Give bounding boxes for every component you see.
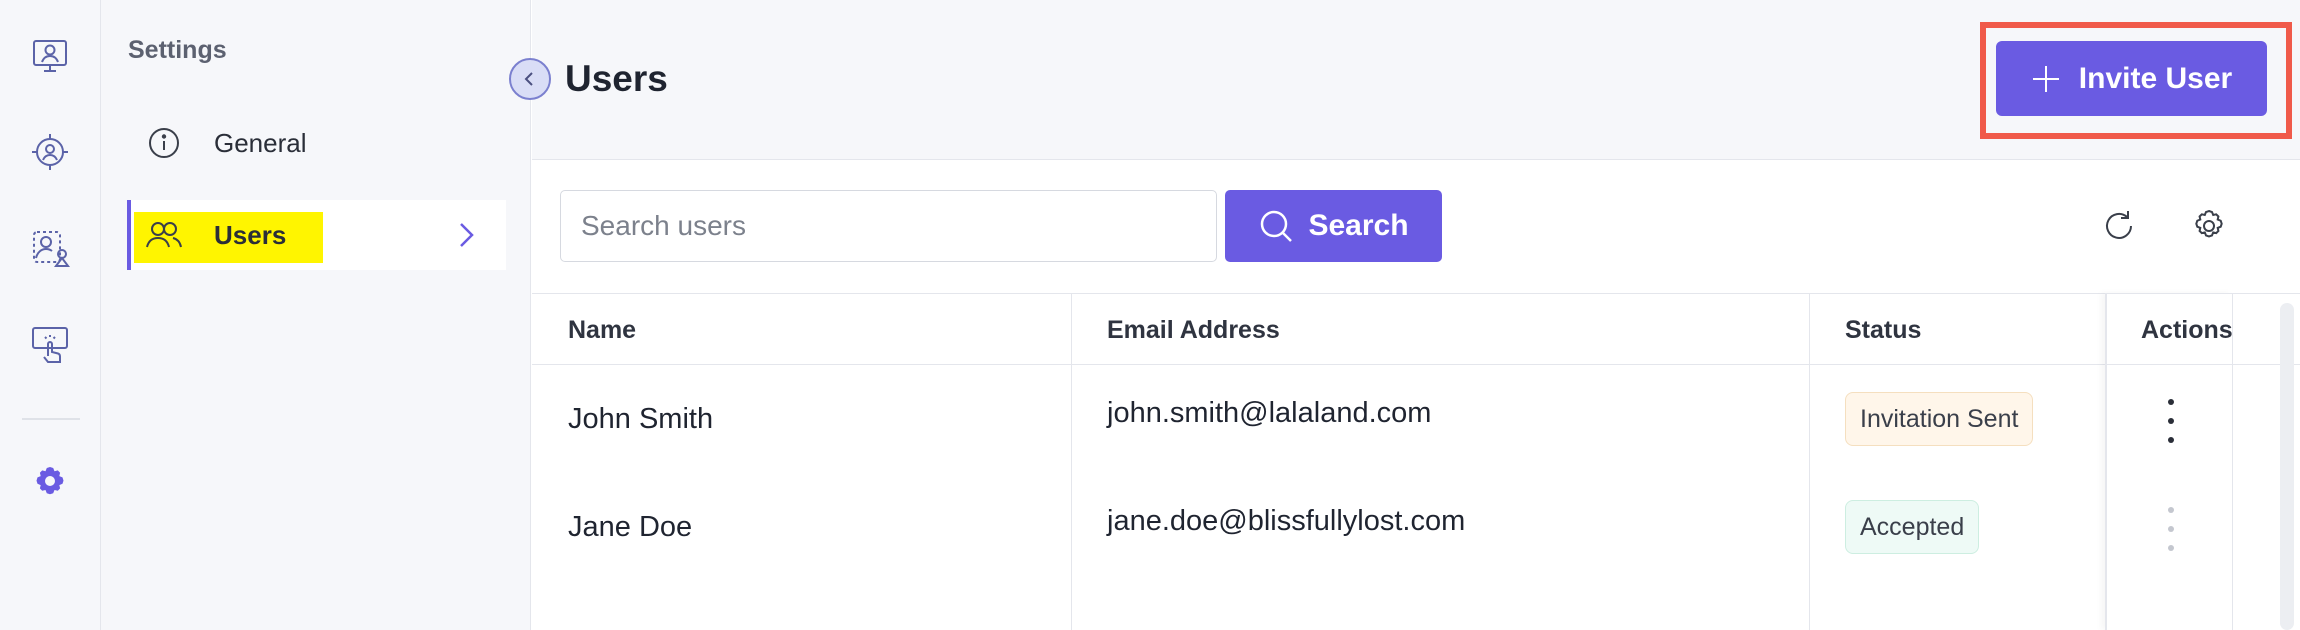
chevron-left-icon xyxy=(524,72,533,86)
column-header-actions: Actions xyxy=(2141,316,2233,344)
status-badge: Accepted xyxy=(1845,500,1980,554)
collapse-panel-button[interactable] xyxy=(509,58,551,100)
target-user-icon[interactable] xyxy=(26,128,74,176)
page-header: Users Invite User xyxy=(532,0,2300,160)
column-divider xyxy=(1809,293,1810,630)
search-button-label: Search xyxy=(1308,209,1409,242)
settings-panel: Settings General Users xyxy=(101,0,531,630)
table-header: Name Email Address Status xyxy=(532,293,2300,365)
main-content: Users Invite User Search Name Email Addr… xyxy=(532,0,2300,630)
user-email: jane.doe@blissfullylost.com xyxy=(1107,505,1466,537)
user-email: john.smith@lalaland.com xyxy=(1107,397,1432,429)
column-header-email[interactable]: Email Address xyxy=(1107,316,1280,345)
invite-user-label: Invite User xyxy=(2078,61,2233,95)
row-actions-menu-button[interactable] xyxy=(2161,507,2181,551)
row-actions-menu-button[interactable] xyxy=(2161,399,2181,443)
settings-nav-users[interactable]: Users xyxy=(127,200,506,270)
actions-column: Actions xyxy=(2105,293,2233,630)
actions-header-cell: Actions xyxy=(2107,293,2233,365)
users-table: Name Email Address Status John Smith joh… xyxy=(532,293,2300,630)
gear-icon[interactable] xyxy=(26,457,74,505)
gear-icon[interactable] xyxy=(2188,205,2230,247)
page-title: Users xyxy=(565,58,668,99)
plus-icon xyxy=(2032,65,2059,92)
rail-divider xyxy=(22,418,80,420)
invite-user-button[interactable]: Invite User xyxy=(1996,41,2267,116)
search-icon xyxy=(1261,210,1293,242)
status-badge: Invitation Sent xyxy=(1845,392,2034,446)
settings-nav-label: Users xyxy=(214,219,287,250)
column-divider xyxy=(1071,293,1072,630)
search-input[interactable] xyxy=(560,190,1217,262)
touch-screen-icon[interactable] xyxy=(26,320,74,368)
search-button[interactable]: Search xyxy=(1225,190,1442,262)
users-icon xyxy=(144,215,184,255)
user-name: John Smith xyxy=(568,403,714,435)
settings-nav-label: General xyxy=(214,127,307,158)
table-scrollbar[interactable] xyxy=(2280,303,2294,630)
profile-monitor-icon[interactable] xyxy=(26,32,74,80)
info-icon xyxy=(144,123,184,163)
refresh-icon[interactable] xyxy=(2098,205,2140,247)
settings-title: Settings xyxy=(128,36,227,64)
chevron-right-icon xyxy=(460,223,474,247)
column-header-name[interactable]: Name xyxy=(568,316,636,345)
user-name: Jane Doe xyxy=(568,511,693,543)
user-shapes-icon[interactable] xyxy=(26,224,74,272)
column-header-status[interactable]: Status xyxy=(1845,316,1921,345)
app-icon-rail xyxy=(0,0,101,630)
settings-nav-general[interactable]: General xyxy=(127,108,506,178)
